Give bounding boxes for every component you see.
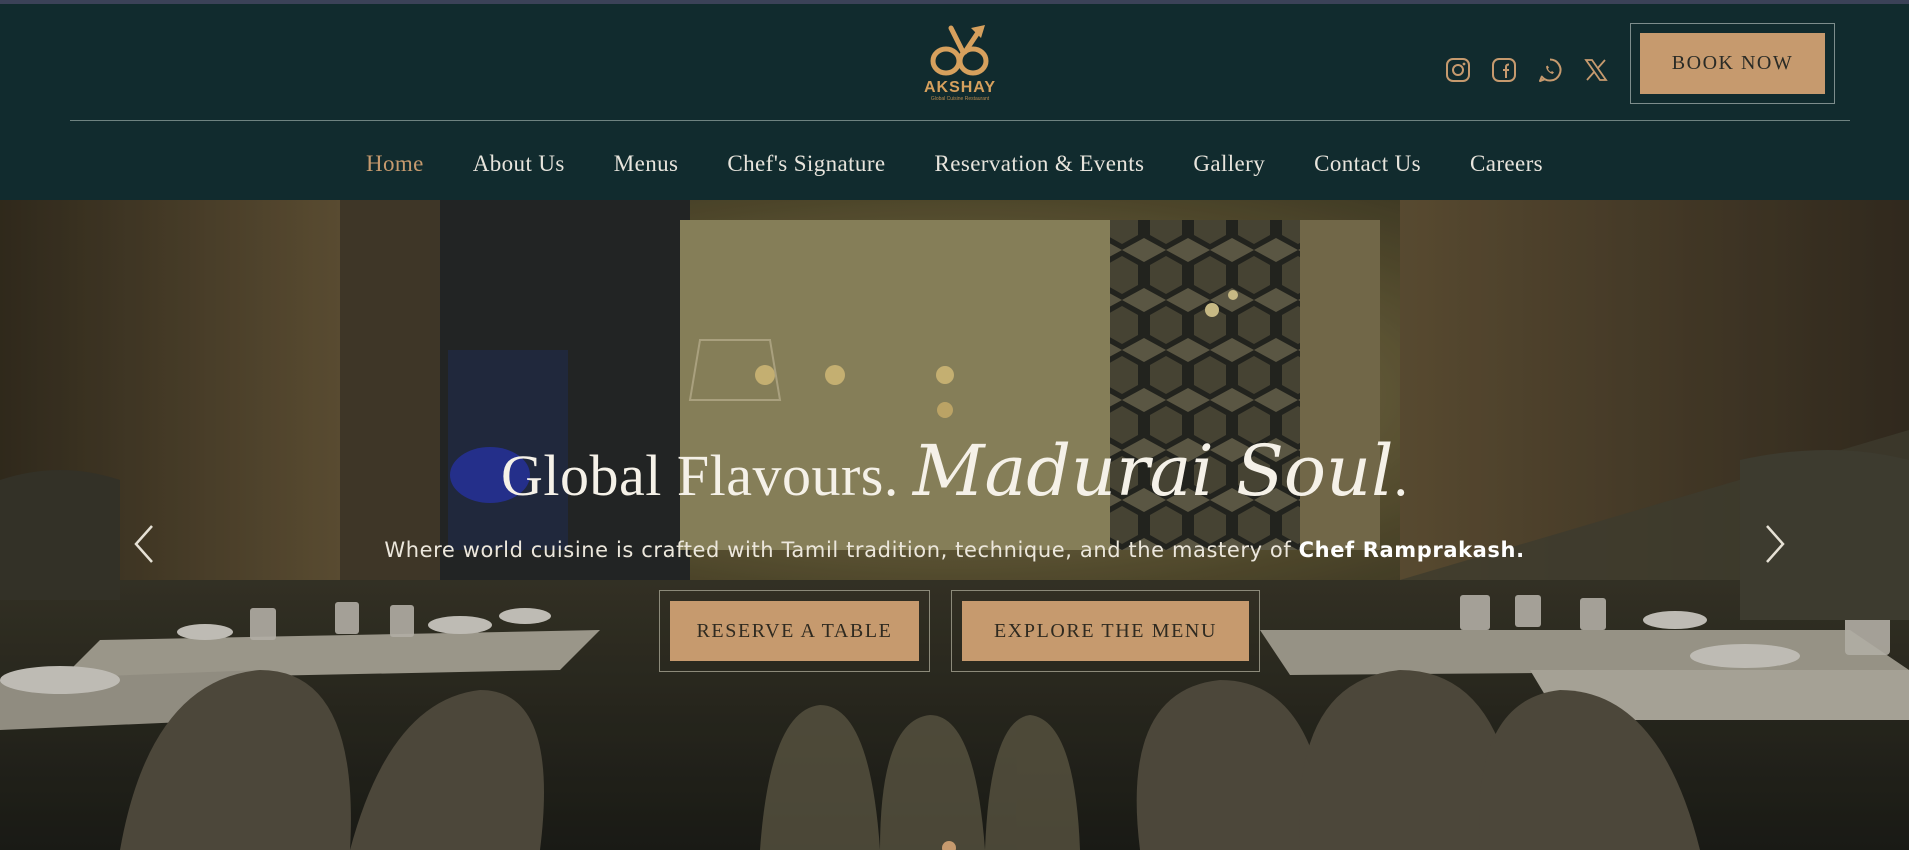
nav-item-contact-us[interactable]: Contact Us	[1314, 144, 1421, 184]
explore-menu-frame: EXPLORE THE MENU	[951, 590, 1260, 672]
hero-subtitle: Where world cuisine is crafted with Tami…	[0, 538, 1909, 562]
header-divider	[70, 120, 1850, 121]
hero-background-image	[0, 200, 1909, 850]
whatsapp-icon[interactable]	[1536, 56, 1564, 84]
nav-item-about-us[interactable]: About Us	[473, 144, 565, 184]
hero-subtitle-chef: Chef Ramprakash.	[1298, 538, 1525, 562]
hero-slider: Global Flavours. Madurai Soul . Where wo…	[0, 200, 1909, 850]
brand-name: AKSHAY	[923, 79, 997, 96]
prev-slide-arrow-icon[interactable]	[130, 522, 158, 566]
book-now-frame: BOOK NOW	[1630, 23, 1835, 104]
slide-indicator-dot[interactable]	[942, 841, 956, 850]
x-icon[interactable]	[1582, 56, 1610, 84]
logo-mark-icon	[930, 25, 989, 76]
hero-title: Global Flavours. Madurai Soul .	[0, 430, 1909, 512]
brand-tagline: Global Cuisine Restaurant	[930, 96, 990, 102]
site-header: AKSHAY Global Cuisine Restaurant BOOK NO…	[0, 4, 1909, 200]
hero-title-script: Madurai Soul	[912, 430, 1394, 512]
reserve-table-frame: RESERVE A TABLE	[659, 590, 930, 672]
hero-title-end: .	[1393, 443, 1409, 508]
hero-title-plain: Global Flavours.	[500, 443, 899, 508]
reserve-table-button[interactable]: RESERVE A TABLE	[670, 601, 919, 661]
brand-logo[interactable]: AKSHAY Global Cuisine Restaurant	[912, 22, 1008, 112]
instagram-icon[interactable]	[1444, 56, 1472, 84]
facebook-icon[interactable]	[1490, 56, 1518, 84]
nav-item-menus[interactable]: Menus	[614, 144, 679, 184]
hero-subtitle-lead: Where world cuisine is crafted with Tami…	[384, 538, 1292, 562]
book-now-button[interactable]: BOOK NOW	[1640, 33, 1825, 94]
social-links	[1444, 56, 1610, 84]
nav-item-chefs-signature[interactable]: Chef's Signature	[727, 144, 885, 184]
nav-item-gallery[interactable]: Gallery	[1193, 144, 1265, 184]
nav-item-reservation-events[interactable]: Reservation & Events	[935, 144, 1145, 184]
next-slide-arrow-icon[interactable]	[1761, 522, 1789, 566]
nav-item-home[interactable]: Home	[366, 144, 424, 184]
nav-item-careers[interactable]: Careers	[1470, 144, 1543, 184]
explore-menu-button[interactable]: EXPLORE THE MENU	[962, 601, 1249, 661]
main-nav: Home About Us Menus Chef's Signature Res…	[0, 144, 1909, 184]
